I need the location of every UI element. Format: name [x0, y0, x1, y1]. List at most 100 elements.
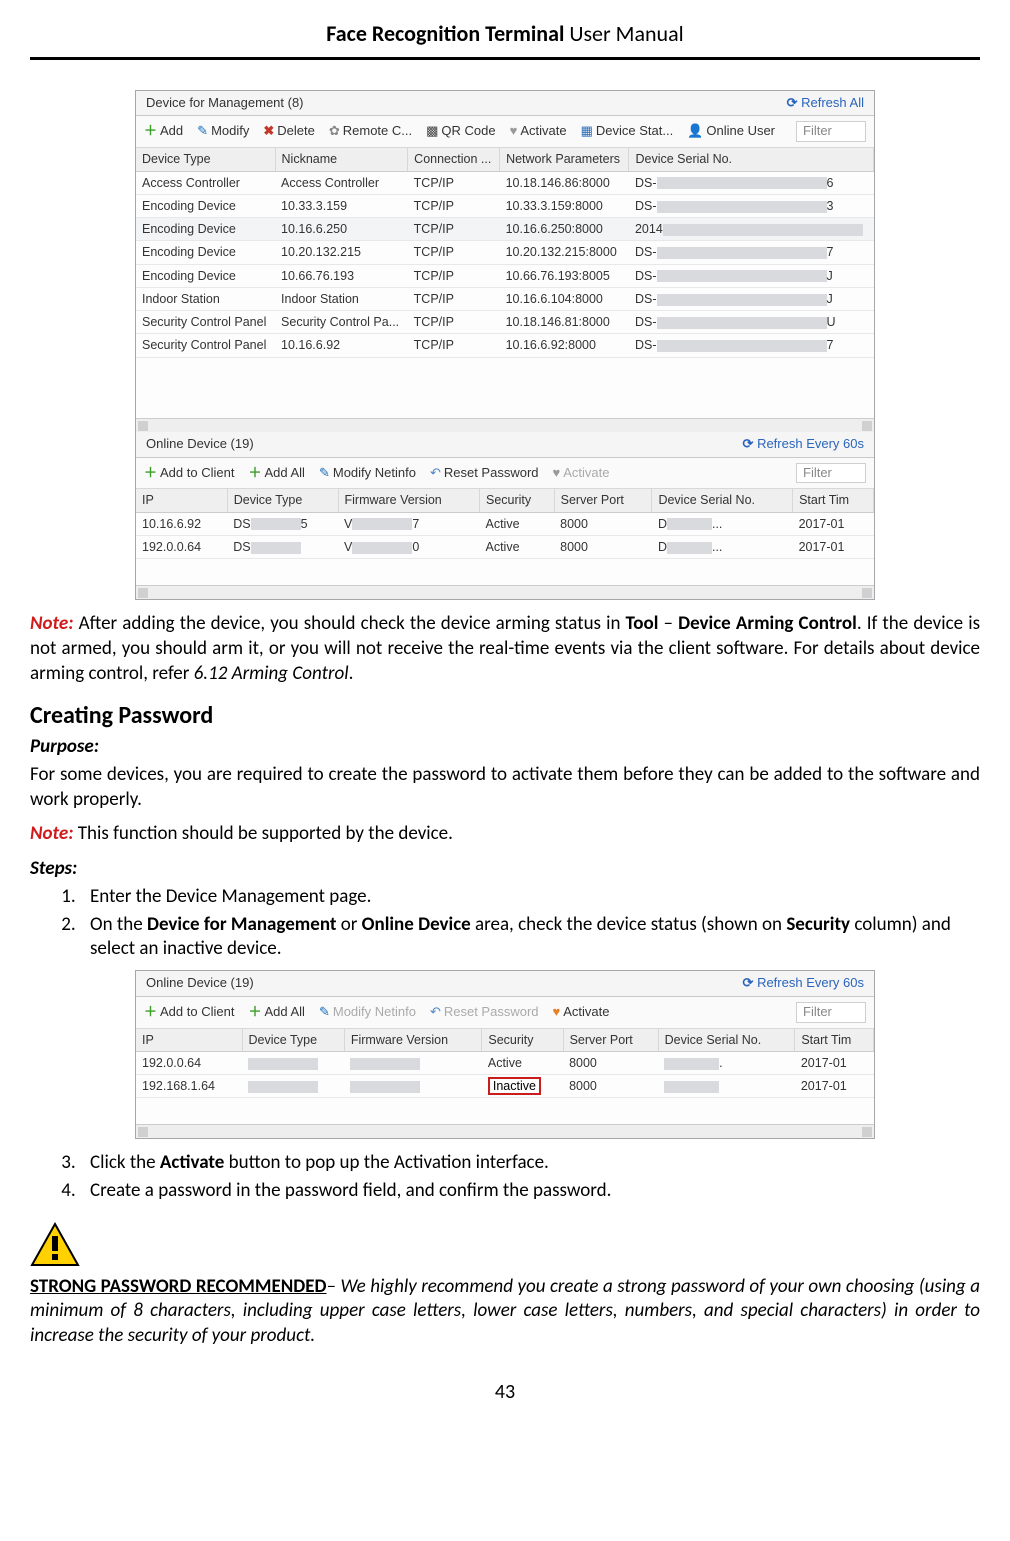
- col-ip[interactable]: IP: [136, 489, 227, 512]
- col-server-port[interactable]: Server Port: [554, 489, 652, 512]
- col-start-time[interactable]: Start Tim: [793, 489, 874, 512]
- modify-icon: ✎: [319, 465, 330, 482]
- table-row[interactable]: Access ControllerAccess ControllerTCP/IP…: [136, 171, 874, 194]
- cell-serial: DS-7: [629, 241, 874, 264]
- empty-area: [136, 358, 874, 418]
- cell-device-type: [242, 1051, 344, 1074]
- table-row[interactable]: Encoding Device10.33.3.159TCP/IP10.33.3.…: [136, 194, 874, 217]
- col-serial[interactable]: Device Serial No.: [629, 148, 874, 171]
- step-3: Click the Activate button to pop up the …: [80, 1151, 980, 1176]
- activate-button[interactable]: ♥Activate: [510, 123, 567, 140]
- cell-nickname: 10.20.132.215: [275, 241, 408, 264]
- online-device-window: Online Device (19) Refresh Every 60s ＋Ad…: [135, 970, 875, 1140]
- add-to-client-button[interactable]: ＋Add to Client: [144, 1004, 234, 1021]
- filter-input-s2[interactable]: Filter: [796, 1002, 866, 1023]
- table-row[interactable]: 10.16.6.92DS5V7Active8000D...2017-01: [136, 512, 874, 535]
- add-button[interactable]: ＋Add: [144, 123, 183, 140]
- cell-start: 2017-01: [793, 535, 874, 558]
- filter-input-lower[interactable]: Filter: [796, 463, 866, 484]
- steps-label: Steps:: [30, 857, 980, 882]
- cell-serial: DS-J: [629, 287, 874, 310]
- add-all-button[interactable]: ＋Add All: [248, 1004, 305, 1021]
- delete-button[interactable]: ✖Delete: [263, 123, 314, 140]
- col-network[interactable]: Network Parameters: [500, 148, 629, 171]
- cell-ip: 192.0.0.64: [136, 1051, 242, 1074]
- activate-button-disabled: ♥Activate: [553, 465, 610, 482]
- cell-connection: TCP/IP: [408, 194, 500, 217]
- cell-port: 8000: [563, 1075, 658, 1098]
- table-row[interactable]: Security Control PanelSecurity Control P…: [136, 311, 874, 334]
- device-table: Device Type Nickname Connection ... Netw…: [136, 148, 874, 357]
- cell-security: Inactive: [482, 1075, 563, 1098]
- cell-device-type: Encoding Device: [136, 194, 275, 217]
- warning-icon: [30, 1222, 80, 1267]
- cell-network: 10.16.6.92:8000: [500, 334, 629, 357]
- col-ip[interactable]: IP: [136, 1029, 242, 1052]
- cell-serial: .: [658, 1051, 795, 1074]
- reset-password-button-disabled: ↶Reset Password: [430, 1004, 539, 1021]
- toolbar-s2: ＋Add to Client ＋Add All ✎Modify Netinfo …: [136, 997, 874, 1029]
- refresh-all-button[interactable]: Refresh All: [787, 95, 864, 112]
- remote-config-button[interactable]: ✿Remote C...: [329, 123, 412, 140]
- col-device-type[interactable]: Device Type: [242, 1029, 344, 1052]
- modify-netinfo-button[interactable]: ✎Modify Netinfo: [319, 465, 416, 482]
- table-row[interactable]: Encoding Device10.16.6.250TCP/IP10.16.6.…: [136, 218, 874, 241]
- cell-device-type: [242, 1075, 344, 1098]
- plus-icon: ＋: [248, 465, 261, 482]
- cell-firmware: V7: [338, 512, 479, 535]
- table-row[interactable]: Encoding Device10.66.76.193TCP/IP10.66.7…: [136, 264, 874, 287]
- reset-icon: ↶: [430, 1004, 441, 1021]
- refresh-60s-button[interactable]: Refresh Every 60s: [743, 436, 864, 453]
- table-row[interactable]: Security Control Panel10.16.6.92TCP/IP10…: [136, 334, 874, 357]
- refresh-60s-button[interactable]: Refresh Every 60s: [743, 975, 864, 992]
- cell-device-type: Security Control Panel: [136, 311, 275, 334]
- activate-icon: ♥: [553, 465, 561, 482]
- cell-device-type: Encoding Device: [136, 264, 275, 287]
- cell-connection: TCP/IP: [408, 334, 500, 357]
- col-serial[interactable]: Device Serial No.: [658, 1029, 795, 1052]
- col-server-port[interactable]: Server Port: [563, 1029, 658, 1052]
- online-user-button[interactable]: 👤Online User: [687, 123, 775, 140]
- modify-icon: ✎: [197, 123, 208, 140]
- modify-button[interactable]: ✎Modify: [197, 123, 249, 140]
- cell-start: 2017-01: [795, 1051, 874, 1074]
- table-row[interactable]: 192.168.1.64Inactive80002017-01: [136, 1075, 874, 1098]
- add-all-button[interactable]: ＋Add All: [248, 465, 305, 482]
- note2-paragraph: Note: This function should be supported …: [30, 822, 980, 847]
- table-row[interactable]: Indoor StationIndoor StationTCP/IP10.16.…: [136, 287, 874, 310]
- cell-network: 10.20.132.215:8000: [500, 241, 629, 264]
- device-status-button[interactable]: ▦Device Stat...: [581, 123, 674, 140]
- delete-icon: ✖: [263, 123, 274, 140]
- horizontal-scrollbar[interactable]: [136, 1124, 874, 1138]
- col-security[interactable]: Security: [480, 489, 555, 512]
- col-start-time[interactable]: Start Tim: [795, 1029, 874, 1052]
- horizontal-scrollbar[interactable]: [136, 585, 874, 599]
- gear-icon: ✿: [329, 123, 340, 140]
- panel-title: Online Device (19): [146, 975, 254, 992]
- filter-input[interactable]: Filter: [796, 121, 866, 142]
- col-serial[interactable]: Device Serial No.: [652, 489, 793, 512]
- col-connection[interactable]: Connection ...: [408, 148, 500, 171]
- cell-network: 10.18.146.86:8000: [500, 171, 629, 194]
- col-nickname[interactable]: Nickname: [275, 148, 408, 171]
- table-row[interactable]: Encoding Device10.20.132.215TCP/IP10.20.…: [136, 241, 874, 264]
- col-firmware[interactable]: Firmware Version: [338, 489, 479, 512]
- add-to-client-button[interactable]: ＋Add to Client: [144, 465, 234, 482]
- header-bold: Face Recognition Terminal: [326, 20, 564, 47]
- table-row[interactable]: 192.0.0.64Active8000.2017-01: [136, 1051, 874, 1074]
- cell-network: 10.16.6.104:8000: [500, 287, 629, 310]
- cell-firmware: V0: [338, 535, 479, 558]
- col-firmware[interactable]: Firmware Version: [344, 1029, 482, 1052]
- col-security[interactable]: Security: [482, 1029, 563, 1052]
- qr-code-button[interactable]: ▩QR Code: [426, 123, 496, 140]
- cell-start: 2017-01: [795, 1075, 874, 1098]
- col-device-type[interactable]: Device Type: [136, 148, 275, 171]
- cell-ip: 192.0.0.64: [136, 535, 227, 558]
- col-device-type[interactable]: Device Type: [227, 489, 338, 512]
- cell-serial: D...: [652, 512, 793, 535]
- activate-button-enabled[interactable]: ♥Activate: [553, 1004, 610, 1021]
- table-row[interactable]: 192.0.0.64DSV0Active8000D...2017-01: [136, 535, 874, 558]
- horizontal-scrollbar[interactable]: [136, 418, 874, 432]
- page-number: 43: [30, 1379, 980, 1405]
- reset-password-button[interactable]: ↶Reset Password: [430, 465, 539, 482]
